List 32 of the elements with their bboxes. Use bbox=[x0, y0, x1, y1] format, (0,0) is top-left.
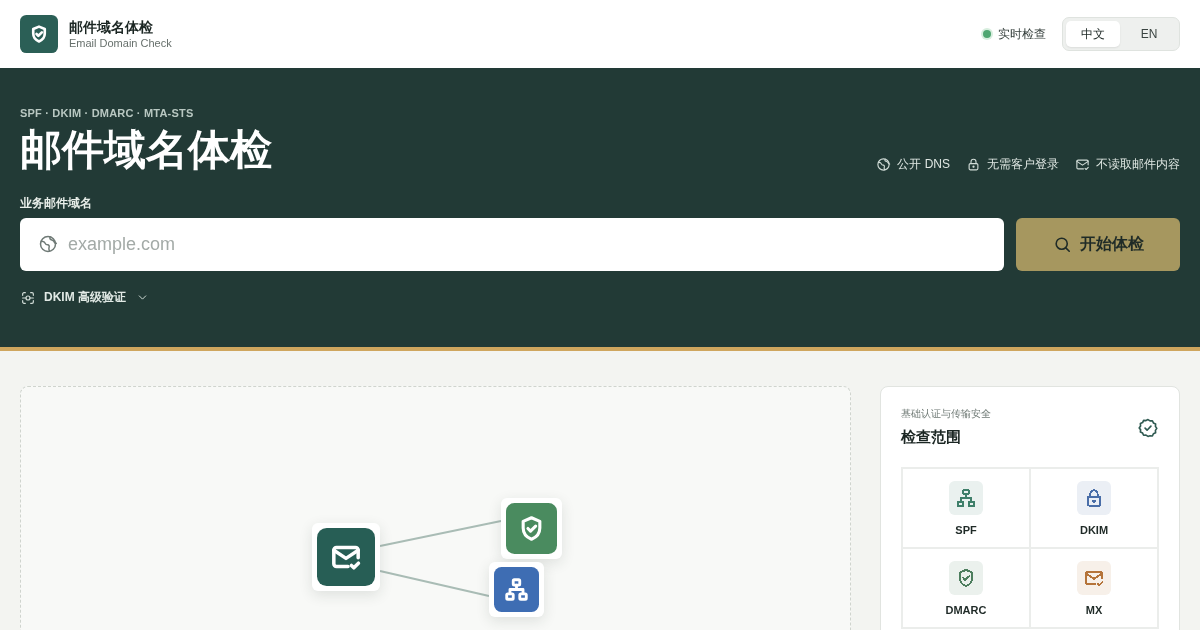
search-icon bbox=[1052, 235, 1072, 254]
advanced-toggle[interactable]: DKIM 高级验证 bbox=[20, 289, 149, 306]
scope-label: DKIM bbox=[1079, 523, 1109, 537]
language-tab[interactable]: EN bbox=[1122, 21, 1176, 47]
card-subtitle: 基础认证与传输安全 bbox=[901, 407, 991, 421]
shield-check-icon bbox=[949, 561, 983, 595]
feature-label: 公开 DNS bbox=[897, 156, 950, 172]
globe-icon bbox=[38, 234, 58, 254]
app-subtitle: Email Domain Check bbox=[69, 36, 172, 50]
scope-label: SPF bbox=[955, 523, 977, 537]
field-label: 业务邮件域名 bbox=[20, 195, 92, 211]
status-label: 实时检查 bbox=[998, 25, 1046, 43]
language-tab[interactable]: 中文 bbox=[1066, 21, 1120, 47]
feature-label: 无需客户登录 bbox=[987, 156, 1059, 172]
domain-input-field[interactable]: example.com bbox=[20, 218, 1004, 271]
scan-frame-icon bbox=[20, 289, 36, 306]
globe-icon bbox=[876, 156, 892, 172]
protocol-list: SPF · DKIM · DMARC · MTA-STS bbox=[20, 106, 272, 120]
scope-label: MX bbox=[1085, 603, 1103, 617]
page-title: 邮件域名体检 bbox=[20, 126, 272, 174]
card-title: 检查范围 bbox=[901, 427, 962, 447]
hierarchy-icon bbox=[949, 481, 983, 515]
lock-icon bbox=[1077, 481, 1111, 515]
feature-label: 不读取邮件内容 bbox=[1096, 156, 1180, 172]
lock-icon bbox=[966, 156, 981, 172]
mail-check-icon bbox=[1075, 156, 1090, 172]
check-badge-icon bbox=[1137, 417, 1159, 439]
start-check-button[interactable]: 开始体检 bbox=[1016, 218, 1180, 271]
app-title: 邮件域名体检 bbox=[69, 18, 154, 36]
mail-check-icon bbox=[1077, 561, 1111, 595]
shield-check-icon bbox=[20, 15, 58, 53]
scope-label: DMARC bbox=[945, 603, 987, 617]
